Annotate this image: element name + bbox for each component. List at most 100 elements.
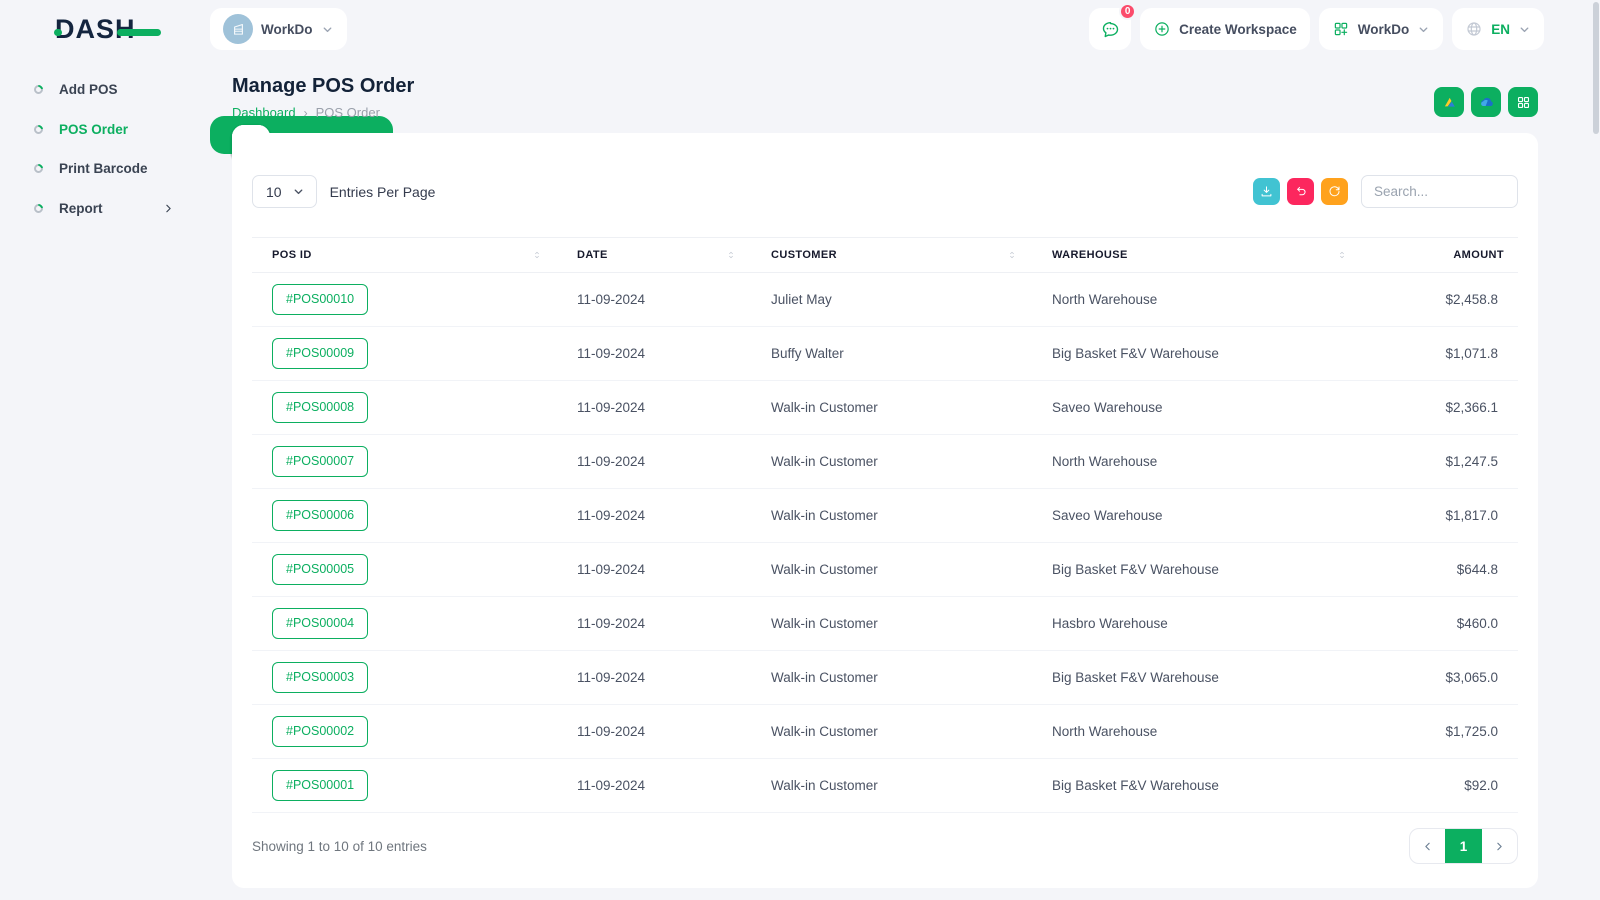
workspace-name: WorkDo: [261, 21, 313, 37]
table-row: #POS00006 11-09-2024 Walk-in Customer Sa…: [252, 488, 1518, 543]
export-download-button[interactable]: [1253, 178, 1280, 205]
amount-cell: $644.8: [1362, 542, 1518, 597]
entries-per-page-select[interactable]: 10: [252, 175, 317, 208]
grid-view-button[interactable]: [1508, 87, 1538, 117]
onedrive-icon: [1478, 94, 1495, 111]
table-footer: Showing 1 to 10 of 10 entries 1: [252, 828, 1518, 864]
column-header-warehouse[interactable]: WAREHOUSE: [1032, 237, 1362, 273]
table-row: #POS00001 11-09-2024 Walk-in Customer Bi…: [252, 758, 1518, 813]
pos-id-button[interactable]: #POS00010: [272, 284, 369, 315]
workspace-avatar-building-icon: [223, 14, 253, 44]
grid-outline-icon: [1515, 94, 1532, 111]
chat-icon: [1100, 19, 1121, 40]
date-cell: 11-09-2024: [557, 272, 751, 327]
app-menu-button[interactable]: WorkDo: [1318, 8, 1444, 50]
sidebar-item-label: Add POS: [59, 82, 118, 97]
workspace-switcher[interactable]: WorkDo: [210, 8, 347, 50]
column-header-pos-id[interactable]: POS ID: [252, 237, 557, 273]
page-number-current[interactable]: 1: [1445, 829, 1482, 863]
brand-logo[interactable]: DASH: [54, 14, 210, 45]
reset-button[interactable]: [1287, 178, 1314, 205]
date-cell: 11-09-2024: [557, 542, 751, 597]
customer-cell: Walk-in Customer: [751, 650, 1032, 705]
page-header: Manage POS Order Dashboard › POS Order: [232, 75, 1538, 120]
logo-accent-dot: [54, 28, 62, 36]
date-cell: 11-09-2024: [557, 596, 751, 651]
sidebar-item-label: POS Order: [59, 121, 129, 137]
sort-icon[interactable]: [725, 249, 737, 261]
grid-plus-icon: [1332, 20, 1350, 38]
date-cell: 11-09-2024: [557, 758, 751, 813]
warehouse-cell: Big Basket F&V Warehouse: [1032, 326, 1362, 381]
table-row: #POS00010 11-09-2024 Juliet May North Wa…: [252, 272, 1518, 327]
refresh-button[interactable]: [1321, 178, 1348, 205]
customer-cell: Buffy Walter: [751, 326, 1032, 381]
table-row: #POS00008 11-09-2024 Walk-in Customer Sa…: [252, 380, 1518, 435]
table-header-row: POS ID DATE CUSTOMER WAREHOUSE AMOUNT: [252, 237, 1518, 273]
sort-icon[interactable]: [531, 249, 543, 261]
onedrive-button[interactable]: [1471, 87, 1501, 117]
table-row: #POS00002 11-09-2024 Walk-in Customer No…: [252, 704, 1518, 759]
pos-id-button[interactable]: #POS00003: [272, 662, 369, 693]
warehouse-cell: Saveo Warehouse: [1032, 380, 1362, 435]
app-menu-label: WorkDo: [1357, 21, 1410, 37]
sidebar-item[interactable]: Add POS: [12, 74, 195, 105]
amount-cell: $2,366.1: [1362, 380, 1518, 435]
pos-id-button[interactable]: #POS00001: [272, 770, 369, 801]
create-workspace-button[interactable]: Create Workspace: [1140, 8, 1310, 50]
logo-accent-bar: [117, 28, 161, 36]
date-cell: 11-09-2024: [557, 704, 751, 759]
sidebar-item[interactable]: POS Order: [12, 114, 195, 145]
warehouse-cell: Big Basket F&V Warehouse: [1032, 650, 1362, 705]
next-page-button[interactable]: [1482, 829, 1517, 863]
chevron-down-icon: [1417, 23, 1430, 36]
messages-button[interactable]: 0: [1089, 3, 1137, 50]
column-header-customer[interactable]: CUSTOMER: [751, 237, 1032, 273]
column-label: WAREHOUSE: [1052, 249, 1128, 261]
pagination: 1: [1409, 828, 1518, 864]
refresh-icon: [1327, 184, 1342, 199]
date-cell: 11-09-2024: [557, 488, 751, 543]
chevron-down-icon: [292, 185, 305, 198]
search-input[interactable]: [1361, 175, 1518, 208]
table-row: #POS00003 11-09-2024 Walk-in Customer Bi…: [252, 650, 1518, 705]
column-header-date[interactable]: DATE: [557, 237, 751, 273]
pos-id-button[interactable]: #POS00006: [272, 500, 369, 531]
amount-cell: $1,247.5: [1362, 434, 1518, 489]
pos-id-button[interactable]: #POS00008: [272, 392, 369, 423]
pos-id-button[interactable]: #POS00005: [272, 554, 369, 585]
breadcrumb-dashboard-link[interactable]: Dashboard: [232, 105, 296, 120]
date-cell: 11-09-2024: [557, 326, 751, 381]
undo-icon: [1293, 184, 1308, 199]
table-row: #POS00007 11-09-2024 Walk-in Customer No…: [252, 434, 1518, 489]
warehouse-cell: North Warehouse: [1032, 434, 1362, 489]
donut-bullet-icon: [32, 122, 45, 136]
date-cell: 11-09-2024: [557, 434, 751, 489]
pos-id-button[interactable]: #POS00002: [272, 716, 369, 747]
language-selector[interactable]: EN: [1452, 8, 1544, 50]
sort-icon[interactable]: [1336, 249, 1348, 261]
sidebar-item-label: Print Barcode: [59, 161, 148, 176]
messages-badge: 0: [1119, 3, 1137, 20]
chevron-right-icon: [162, 202, 175, 215]
column-label: DATE: [577, 249, 608, 261]
plus-circle-icon: [1153, 20, 1171, 38]
scrollbar-thumb[interactable]: [1593, 2, 1599, 134]
customer-cell: Walk-in Customer: [751, 542, 1032, 597]
customer-cell: Walk-in Customer: [751, 758, 1032, 813]
page-title: Manage POS Order: [232, 75, 415, 97]
customer-cell: Walk-in Customer: [751, 704, 1032, 759]
amount-cell: $3,065.0: [1362, 650, 1518, 705]
customer-cell: Walk-in Customer: [751, 488, 1032, 543]
chevron-down-icon: [1518, 23, 1531, 36]
pos-id-button[interactable]: #POS00007: [272, 446, 369, 477]
google-drive-button[interactable]: [1434, 87, 1464, 117]
breadcrumb: Dashboard › POS Order: [232, 105, 414, 120]
sidebar-item[interactable]: Report: [12, 193, 195, 224]
pos-id-button[interactable]: #POS00009: [272, 338, 369, 369]
sort-icon[interactable]: [1006, 249, 1018, 261]
previous-page-button[interactable]: [1410, 829, 1445, 863]
pos-id-button[interactable]: #POS00004: [272, 608, 369, 639]
column-header-amount[interactable]: AMOUNT: [1362, 237, 1518, 273]
sidebar-item[interactable]: Print Barcode: [12, 153, 195, 184]
